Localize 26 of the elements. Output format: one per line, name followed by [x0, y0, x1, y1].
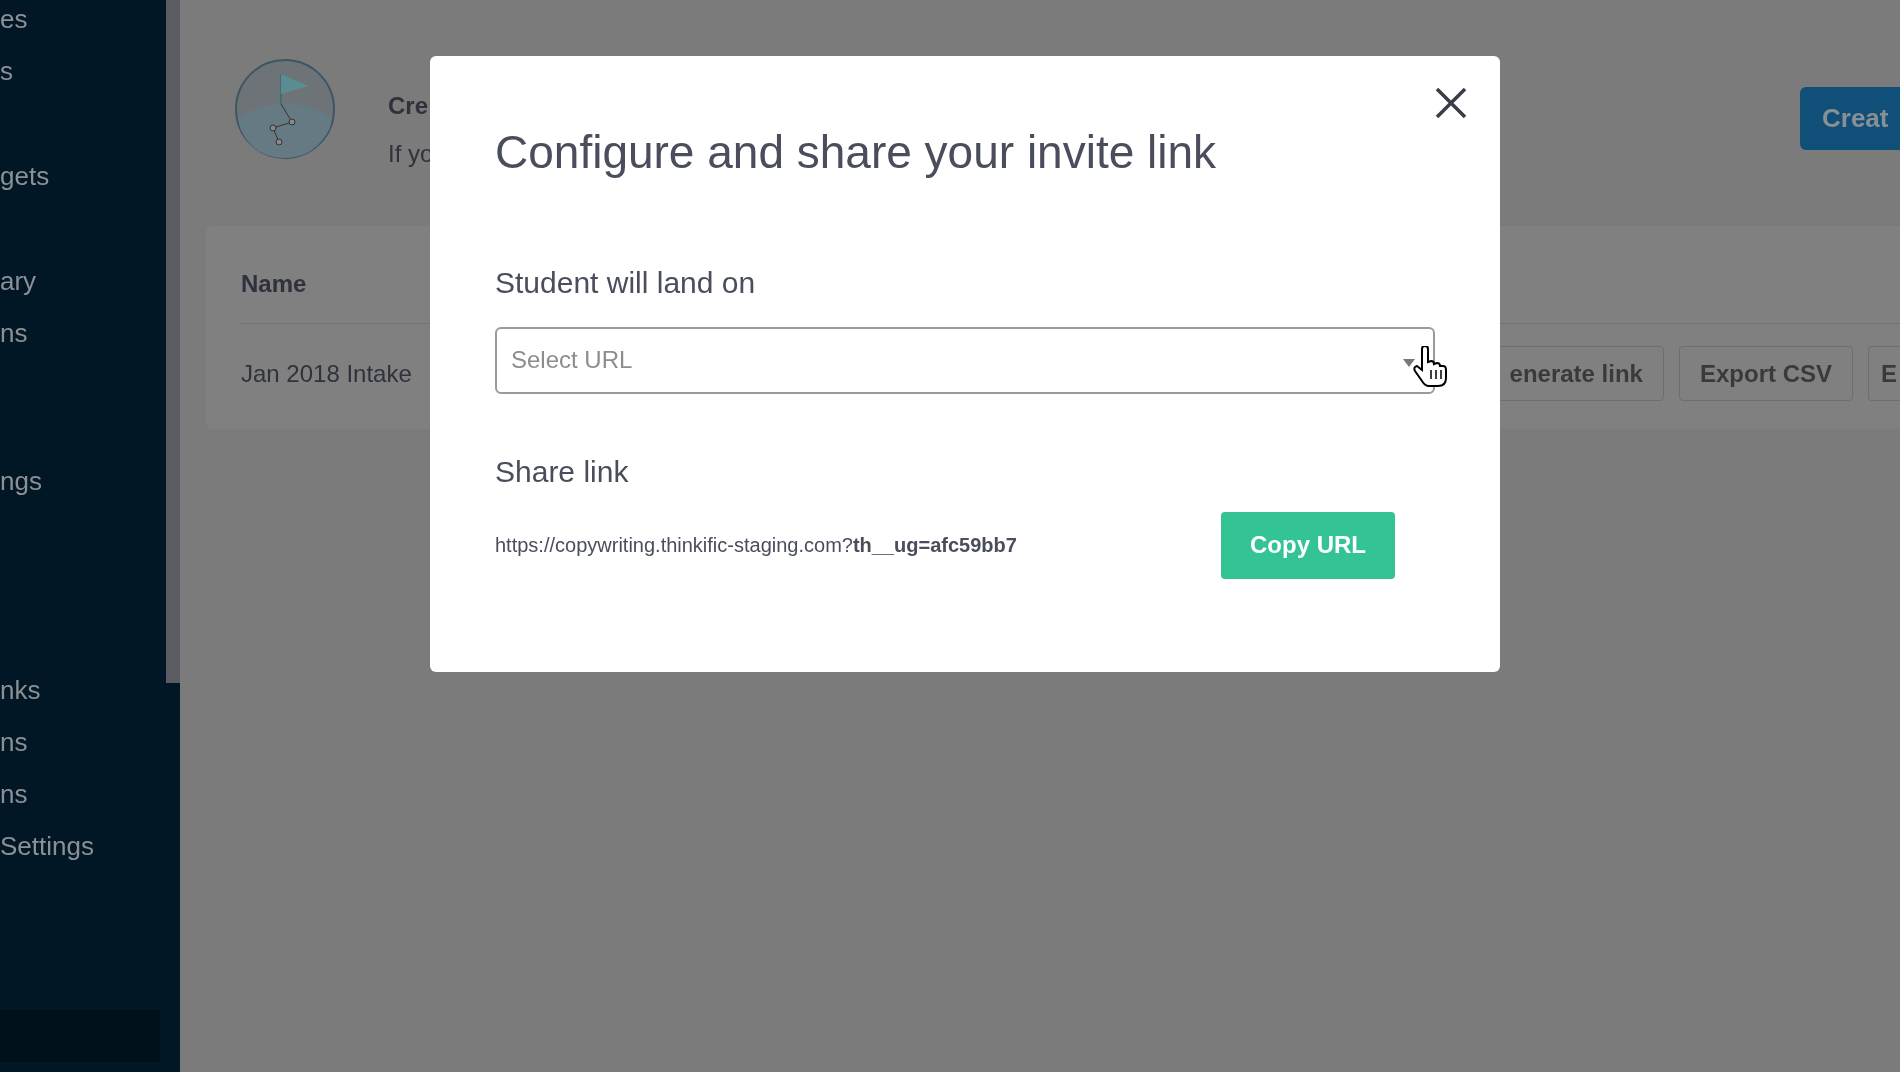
action-button[interactable]: Export CSV — [1678, 346, 1853, 401]
column-header: Name — [241, 269, 307, 299]
select-placeholder: Select URL — [511, 345, 633, 375]
caret-icon — [1403, 358, 1415, 367]
sidebar-item[interactable]: gets — [0, 157, 50, 196]
field-label: Share link — [495, 453, 630, 490]
page-title: Cre — [388, 91, 430, 121]
sidebar-item[interactable]: Settings — [0, 827, 94, 866]
sidebar-item[interactable]: es — [0, 0, 28, 39]
sidebar-item[interactable]: ngs — [0, 462, 42, 501]
close-icon[interactable] — [1434, 86, 1468, 120]
sidebar-item[interactable]: ary — [0, 262, 37, 301]
hand-cursor-icon — [1412, 346, 1448, 388]
sidebar-item[interactable]: nks — [0, 671, 41, 710]
share-url: https://copywriting.thinkific-staging.com?th__ug=afc59bb7 — [495, 533, 1017, 558]
modal-title: Configure and share your invite link — [495, 125, 1218, 180]
sidebar-item[interactable]: s — [0, 52, 13, 91]
flag-on-hill-icon — [235, 58, 335, 160]
url-select[interactable]: Select URL — [495, 326, 1435, 394]
action-button[interactable]: E — [1868, 346, 1900, 401]
scrollbar-thumb[interactable] — [166, 0, 180, 683]
sidebar-item[interactable]: ns — [0, 723, 28, 762]
table-cell-text: Jan 2018 Intake — [241, 358, 412, 389]
sidebar-item[interactable]: ns — [0, 314, 28, 353]
sidebar-item[interactable]: ns — [0, 775, 28, 814]
field-label: Student will land on — [495, 264, 757, 301]
